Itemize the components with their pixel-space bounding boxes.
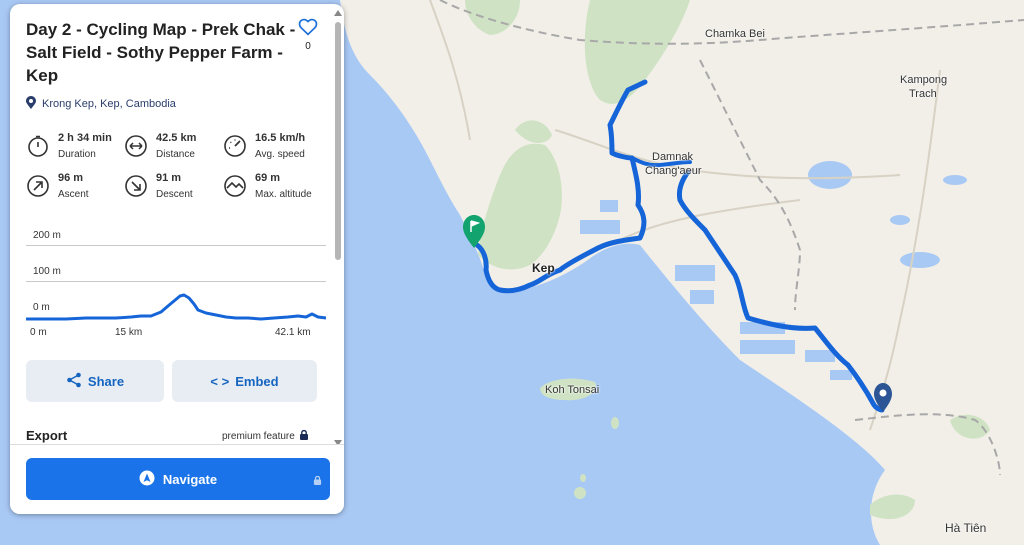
lock-icon [299, 429, 309, 443]
stat-label: Avg. speed [255, 149, 305, 160]
scroll-thumb[interactable] [335, 22, 341, 260]
lock-icon [313, 473, 322, 488]
map-label-ha-tien: Hà Tiên [945, 521, 987, 535]
stat-avg-speed: 16.5 km/h Avg. speed [223, 132, 323, 166]
profile-x-tick: 0 m [30, 327, 47, 338]
stat-value: 42.5 km [156, 132, 197, 144]
stat-duration: 2 h 34 min Duration [26, 132, 126, 166]
map-label-kampong-trach: Kampong [900, 74, 948, 86]
stat-value: 96 m [58, 172, 84, 184]
stat-value: 16.5 km/h [255, 132, 306, 144]
share-button[interactable]: Share [26, 360, 164, 402]
navigation-arrow-icon [139, 470, 155, 489]
code-icon: < > [210, 373, 230, 389]
stat-label: Max. altitude [255, 189, 312, 200]
stat-label: Duration [58, 149, 96, 160]
navigate-button[interactable]: Navigate [26, 458, 330, 500]
embed-label: Embed [235, 373, 279, 389]
stat-value: 2 h 34 min [58, 132, 112, 144]
favorite-button[interactable]: 0 [296, 18, 320, 52]
speedometer-icon [223, 134, 247, 158]
navigate-bar: Navigate [10, 444, 344, 514]
panel-scrollbar[interactable] [334, 10, 342, 446]
map-label-damnak: Damnak [652, 151, 693, 163]
map-label-damnak-2: Chang'aeur [645, 165, 702, 177]
stat-value: 69 m [255, 172, 281, 184]
heart-outline-icon[interactable] [298, 18, 318, 40]
profile-x-tick: 15 km [115, 327, 143, 338]
favorite-count: 0 [305, 41, 311, 52]
location-text: Krong Kep, Kep, Cambodia [42, 98, 176, 110]
profile-y-tick: 200 m [33, 230, 61, 241]
profile-y-tick: 100 m [33, 266, 61, 277]
premium-feature-badge: premium feature [222, 429, 309, 443]
distance-arrows-icon [124, 134, 148, 158]
island [580, 474, 586, 482]
island [611, 417, 619, 429]
island [574, 487, 586, 499]
ascent-arrow-icon [26, 174, 50, 198]
stat-label: Ascent [58, 189, 89, 200]
location-pin-icon [26, 96, 36, 112]
stat-label: Distance [156, 149, 195, 160]
stat-distance: 42.5 km Distance [124, 132, 224, 166]
embed-button[interactable]: < > Embed [172, 360, 317, 402]
descent-arrow-icon [124, 174, 148, 198]
mountain-icon [223, 174, 247, 198]
share-label: Share [87, 373, 125, 389]
premium-label: premium feature [222, 430, 295, 442]
elevation-line [26, 293, 327, 321]
profile-gridline [26, 281, 326, 282]
navigate-label: Navigate [162, 471, 218, 487]
route-panel: Day 2 - Cycling Map - Prek Chak - Salt F… [10, 4, 344, 514]
route-title: Day 2 - Cycling Map - Prek Chak - Salt F… [26, 20, 296, 85]
stat-value: 91 m [156, 172, 182, 184]
map-label-kep: Kep [532, 261, 555, 275]
export-heading: Export [26, 428, 68, 443]
scroll-up-arrow-icon[interactable] [334, 10, 342, 16]
map-label-koh-tonsai: Koh Tonsai [545, 384, 600, 396]
map-label-chamka-bei: Chamka Bei [705, 28, 765, 40]
share-icon [66, 372, 82, 391]
stat-label: Descent [156, 189, 193, 200]
stat-max-altitude: 69 m Max. altitude [223, 172, 323, 206]
map-label-kampong-trach-2: Trach [909, 88, 937, 100]
stopwatch-icon [26, 134, 50, 158]
elevation-profile[interactable]: 200 m 100 m 0 m 0 m 15 km 42.1 km [26, 226, 328, 346]
stat-descent: 91 m Descent [124, 172, 224, 206]
profile-x-tick: 42.1 km [275, 327, 311, 338]
route-location: Krong Kep, Kep, Cambodia [26, 96, 176, 112]
profile-gridline [26, 245, 326, 246]
stat-ascent: 96 m Ascent [26, 172, 126, 206]
panel-scroll-area[interactable]: Day 2 - Cycling Map - Prek Chak - Salt F… [10, 4, 344, 444]
